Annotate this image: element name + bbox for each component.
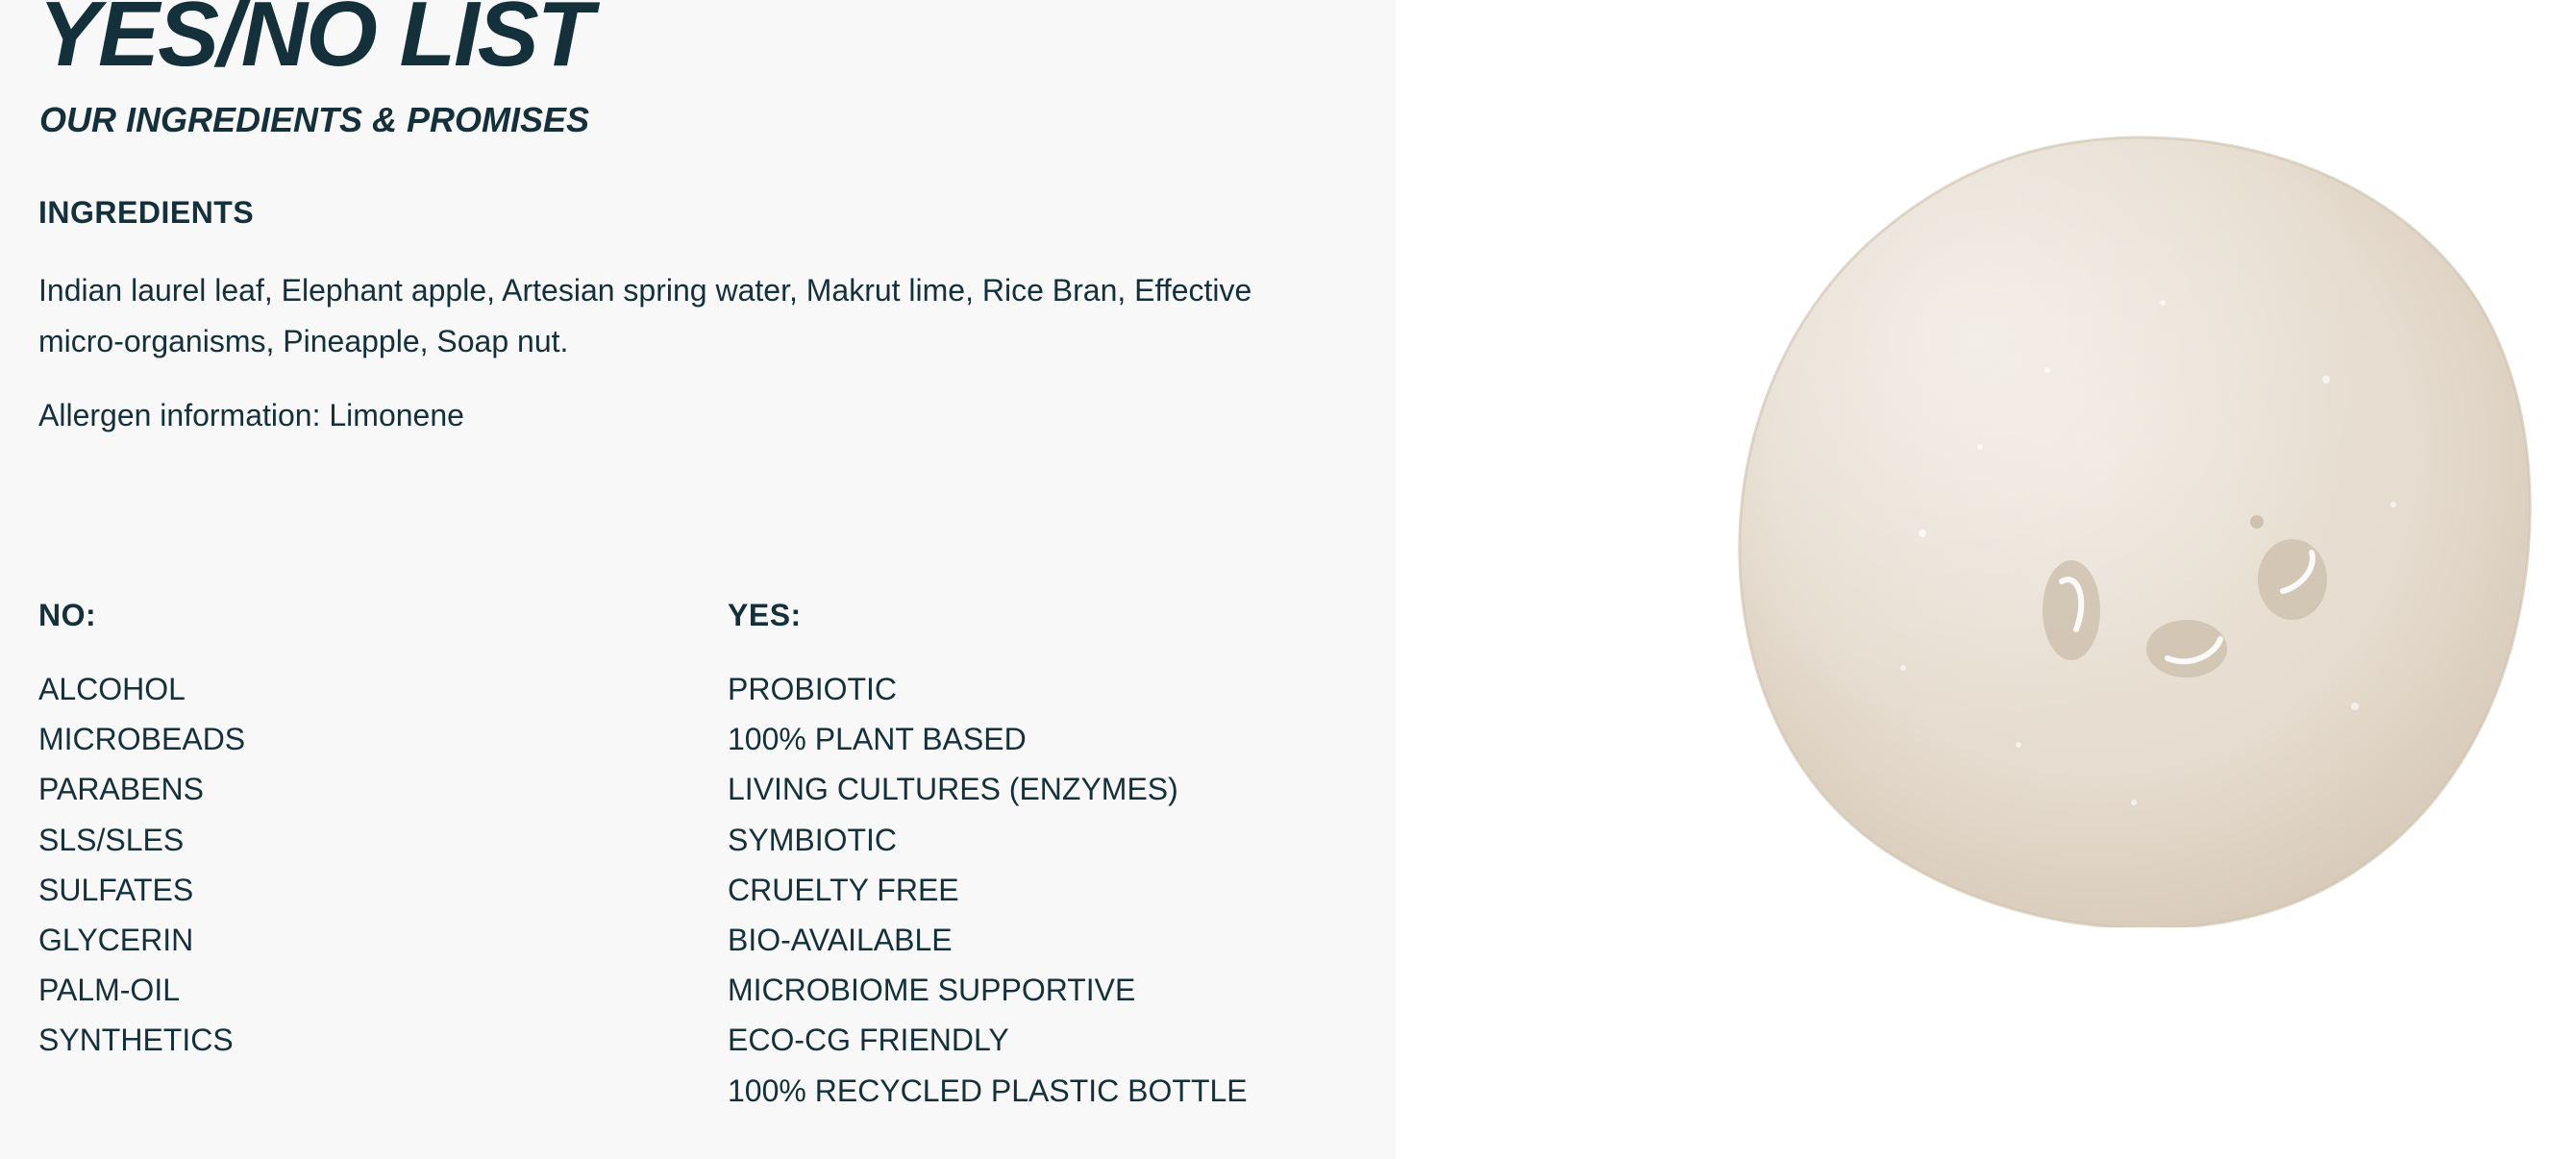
no-list-item: PARABENS — [38, 772, 204, 807]
no-list-item: PALM-OIL — [38, 973, 180, 1008]
no-list-item: SLS/SLES — [38, 822, 185, 857]
page-title: YES/NO LIST — [38, 0, 593, 86]
yes-list-heading: YES: — [728, 598, 802, 632]
yes-list-item: LIVING CULTURES (ENZYMES) — [728, 772, 1178, 807]
yes-list: PROBIOTIC 100% PLANT BASED LIVING CULTUR… — [728, 664, 1248, 1116]
no-list-item: GLYCERIN — [38, 923, 194, 958]
page-subtitle: OUR INGREDIENTS & PROMISES — [39, 100, 590, 139]
yes-list-item: BIO-AVAILABLE — [728, 923, 953, 958]
allergen-info: Allergen information: Limonene — [38, 398, 464, 432]
no-list-item: SULFATES — [38, 872, 194, 907]
no-list: ALCOHOL MICROBEADS PARABENS SLS/SLES SUL… — [38, 664, 245, 1066]
yes-list-item: SYMBIOTIC — [728, 822, 898, 857]
ingredients-heading: INGREDIENTS — [38, 195, 255, 230]
yes-list-item: 100% RECYCLED PLASTIC BOTTLE — [728, 1073, 1248, 1108]
yes-list-item: 100% PLANT BASED — [728, 722, 1027, 757]
no-list-item: SYNTHETICS — [38, 1023, 234, 1058]
yes-list-item: PROBIOTIC — [728, 672, 898, 706]
no-list-item: MICROBEADS — [38, 722, 246, 757]
yes-list-item: CRUELTY FREE — [728, 872, 959, 907]
yes-list-item: MICROBIOME SUPPORTIVE — [728, 973, 1136, 1008]
ingredients-panel: YES/NO LIST OUR INGREDIENTS & PROMISES I… — [0, 0, 1396, 1159]
product-swatch-image — [1738, 136, 2532, 927]
ingredients-text: Indian laurel leaf, Elephant apple, Arte… — [38, 273, 1252, 358]
no-list-item: ALCOHOL — [38, 672, 186, 706]
no-list-heading: NO: — [38, 598, 97, 632]
yes-list-item: ECO-CG FRIENDLY — [728, 1023, 1009, 1058]
